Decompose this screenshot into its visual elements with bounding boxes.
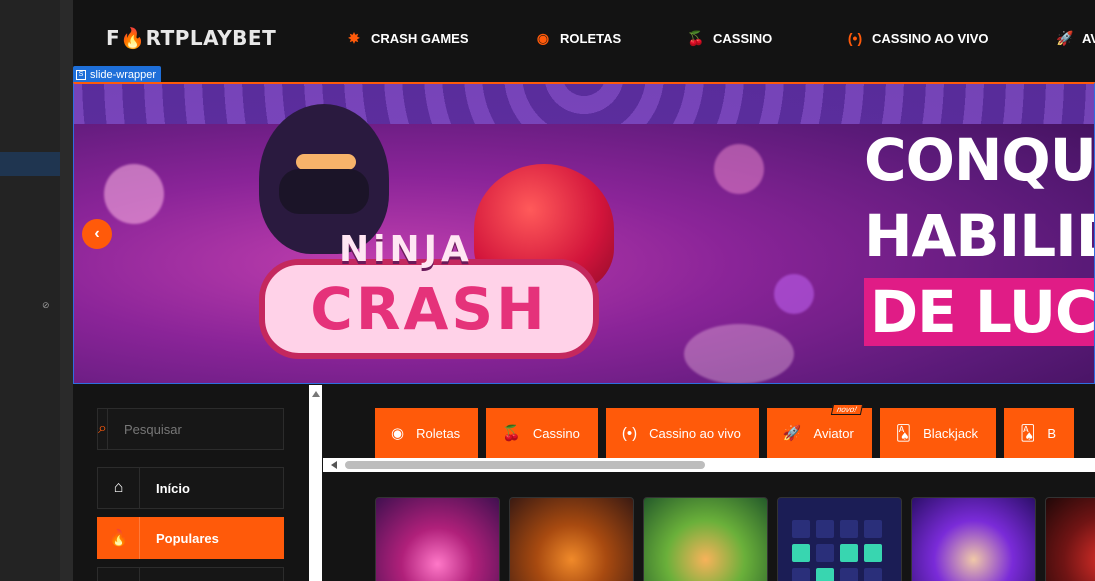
scrollbar-thumb[interactable] — [345, 461, 705, 469]
sidebar-item-next[interactable] — [97, 567, 284, 581]
game-tile[interactable] — [509, 497, 634, 581]
nav-cassino[interactable]: 🍒 CASSINO — [687, 30, 772, 47]
sidebar-item-label: Início — [156, 480, 190, 496]
roulette-icon: ◉ — [536, 30, 550, 46]
category-label: Aviator — [813, 425, 854, 441]
logo-flame-icon: 🔥 — [120, 26, 146, 50]
live-broadcast-icon: (•) — [847, 30, 863, 46]
nav-label: AV — [1082, 31, 1095, 46]
nav-roletas[interactable]: ◉ ROLETAS — [534, 30, 621, 47]
ninja-eyes-illustration — [296, 154, 356, 170]
banner-candy-decoration — [684, 324, 794, 383]
fire-icon: 🔥 — [98, 517, 140, 559]
panel-divider[interactable] — [60, 0, 73, 581]
category-label: Cassino — [532, 425, 580, 441]
rocket-icon: 🚀 — [1056, 30, 1074, 46]
mines-grid-illustration — [792, 520, 882, 581]
eye-slash-icon[interactable]: ⊘ — [42, 300, 50, 311]
category-roletas[interactable]: ◉ Roletas — [375, 408, 479, 458]
category-blackjack[interactable]: 🂡 Blackjack — [879, 408, 997, 458]
game-tile[interactable] — [911, 497, 1036, 581]
sidebar-item-inicio[interactable]: ⌂ Início — [97, 467, 284, 509]
starburst-icon: ✸ — [348, 30, 360, 46]
category-label: Cassino ao vivo — [649, 425, 741, 441]
search-box: ⌕ — [97, 408, 300, 450]
headline-line-3: DE LUCRA — [864, 278, 1094, 346]
game-tile[interactable] — [1045, 497, 1095, 581]
new-badge: novo! — [831, 404, 863, 415]
category-scrollbar[interactable] — [323, 458, 1095, 472]
scroll-left-arrow-icon[interactable] — [331, 461, 337, 469]
roulette-icon: ◉ — [391, 425, 405, 442]
sidebar-item-label: Populares — [156, 530, 219, 546]
nav-cassino-ao-vivo[interactable]: (•) CASSINO AO VIVO — [846, 30, 989, 46]
devtools-element-tag: S slide-wrapper — [73, 66, 162, 82]
banner-headline: CONQUIST HABILIDAI DE LUCRA — [864, 122, 1095, 350]
devtools-selected-row[interactable] — [0, 152, 60, 176]
chevron-left-icon: ‹ — [94, 225, 100, 242]
logo-prefix: F — [106, 26, 121, 50]
cards-icon: 🂡 — [1020, 425, 1036, 442]
category-chips: ◉ Roletas 🍒 Cassino (•) Cassino ao vivo … — [375, 404, 1075, 458]
nav-label: ROLETAS — [560, 31, 622, 46]
sidebar-scrollbar[interactable] — [309, 385, 322, 581]
category-cassino-ao-vivo[interactable]: (•) Cassino ao vivo — [605, 408, 759, 458]
sidebar: ⌕ ⌂ Início 🔥 Populares — [73, 384, 323, 581]
nav-label: CASSINO — [713, 31, 773, 46]
rocket-icon: 🚀 — [782, 425, 802, 442]
main-content: ◉ Roletas 🍒 Cassino (•) Cassino ao vivo … — [323, 384, 1095, 581]
search-icon[interactable]: ⌕ — [98, 409, 108, 449]
category-label: B — [1047, 425, 1057, 441]
category-more[interactable]: 🂡 B — [1004, 408, 1075, 458]
cards-icon: 🂡 — [895, 425, 912, 442]
promo-banner-slide[interactable]: CRASH NiNJA CONQUIST HABILIDAI DE LUCRA … — [73, 82, 1095, 384]
brand-logo[interactable]: F🔥RTPLAYBET — [106, 26, 276, 50]
category-aviator[interactable]: 🚀 Aviator novo! — [766, 404, 872, 458]
element-tag-label: slide-wrapper — [90, 68, 157, 81]
banner-candy-decoration — [104, 164, 164, 224]
ninja-mask-illustration — [279, 169, 369, 214]
nav-crash-games[interactable]: ✸ CRASH GAMES — [345, 30, 469, 47]
game-tile[interactable] — [643, 497, 768, 581]
headline-line-2: HABILIDAI — [864, 202, 1094, 270]
sidebar-item-populares[interactable]: 🔥 Populares — [97, 517, 284, 559]
carousel-prev-button[interactable]: ‹ — [82, 219, 112, 249]
category-cassino[interactable]: 🍒 Cassino — [486, 408, 598, 458]
game-title-ninja: NiNJA — [339, 229, 473, 270]
search-input[interactable] — [107, 421, 300, 437]
nav-aviator[interactable]: 🚀 AV — [1056, 30, 1095, 47]
banner-candy-decoration — [714, 144, 764, 194]
nav-label: CASSINO AO VIVO — [872, 30, 989, 46]
game-grid — [375, 497, 1095, 581]
nav-label: CRASH GAMES — [371, 31, 469, 46]
banner-drape-decoration — [74, 84, 1094, 124]
live-broadcast-icon: (•) — [621, 424, 638, 442]
top-navigation: F🔥RTPLAYBET ✸ CRASH GAMES ◉ ROLETAS 🍒 CA… — [73, 0, 1095, 82]
category-label: Blackjack — [923, 425, 979, 441]
casino-app: F🔥RTPLAYBET ✸ CRASH GAMES ◉ ROLETAS 🍒 CA… — [73, 0, 1095, 581]
sidebar-item-icon — [98, 567, 140, 581]
game-title-crash: CRASH — [259, 259, 599, 359]
component-icon: S — [76, 69, 86, 80]
cherries-icon: 🍒 — [502, 425, 521, 442]
headline-line-1: CONQUIST — [864, 126, 1095, 194]
home-icon: ⌂ — [98, 467, 140, 509]
game-tile[interactable] — [375, 497, 500, 581]
game-tile[interactable] — [777, 497, 902, 581]
cherries-icon: 🍒 — [687, 30, 705, 46]
category-label: Roletas — [416, 425, 461, 441]
scroll-up-arrow-icon[interactable] — [312, 391, 320, 397]
logo-text: RTPLAYBET — [145, 26, 277, 50]
banner-candy-decoration — [774, 274, 814, 314]
devtools-panel: ⊘ — [0, 0, 60, 581]
